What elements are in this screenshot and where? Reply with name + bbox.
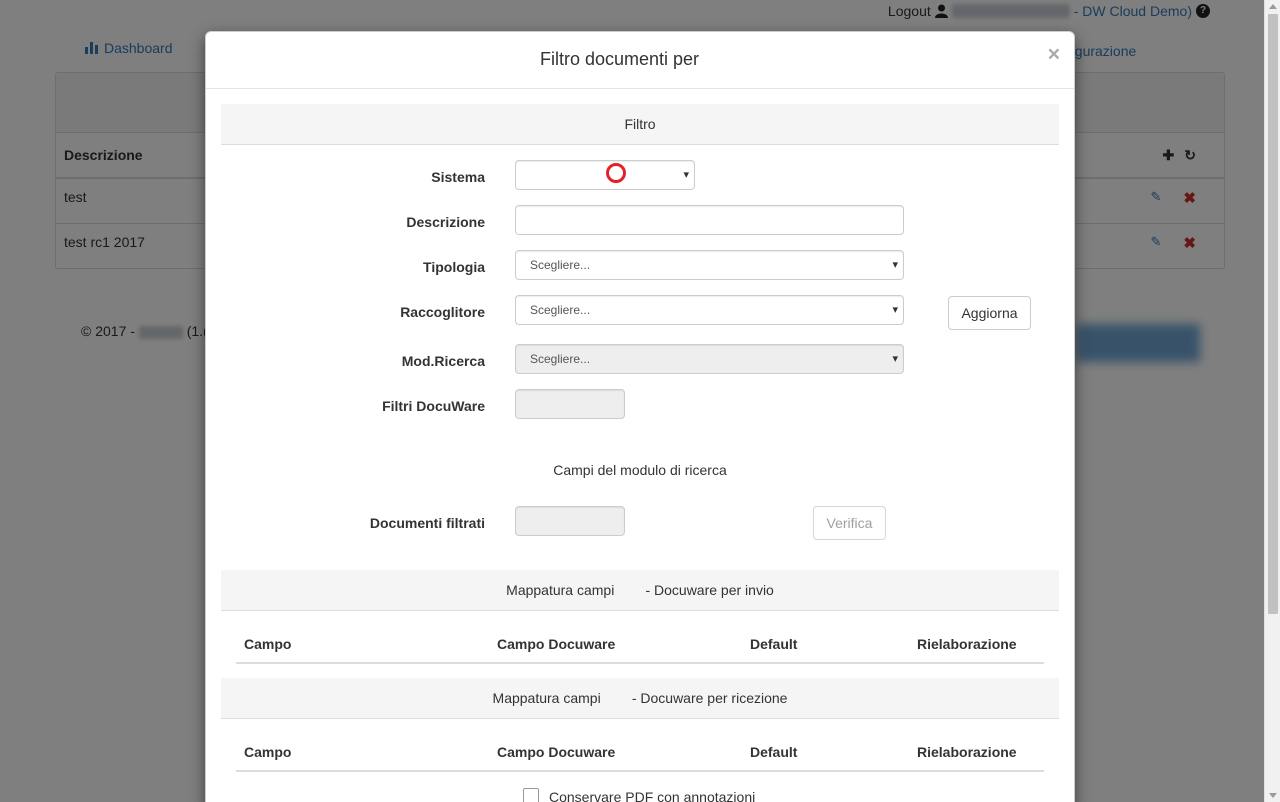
filtri-docuware-label: Filtri DocuWare [382, 398, 485, 414]
col-default: Default [750, 744, 798, 760]
mapping-ricezione-suffix: - Docuware per ricezione [631, 690, 788, 706]
title-redacted [704, 51, 741, 70]
campi-modulo-label: Campi del modulo di ricerca [553, 462, 727, 478]
tipologia-select[interactable]: Scegliere... [515, 250, 904, 280]
mapping-ricezione-header: Mappatura campi - Docuware per ricezione [221, 678, 1059, 719]
documenti-filtrati-input[interactable] [515, 506, 625, 536]
col-rielaborazione: Rielaborazione [917, 636, 1017, 652]
col-campo-docuware: Campo Docuware [497, 744, 616, 760]
filter-modal: Filtro documenti per × Filtro Sistema De… [205, 31, 1075, 802]
table-divider [236, 662, 1044, 664]
col-campo: Campo [244, 744, 292, 760]
modal-title-text: Filtro documenti per [539, 49, 700, 69]
scroll-down-arrow-icon[interactable] [1269, 793, 1277, 798]
table-divider [236, 770, 1044, 772]
descrizione-input[interactable] [515, 205, 904, 235]
scroll-up-arrow-icon[interactable] [1269, 4, 1277, 9]
col-campo-docuware: Campo Docuware [497, 636, 616, 652]
conservare-pdf-label: Conservare PDF con annotazioni [549, 789, 756, 802]
filter-section-header: Filtro [221, 104, 1059, 145]
col-rielaborazione: Rielaborazione [917, 744, 1017, 760]
col-default: Default [750, 636, 798, 652]
conservare-pdf-checkbox[interactable] [523, 788, 539, 802]
sistema-redacted [528, 169, 555, 181]
verifica-button[interactable]: Verifica [813, 506, 886, 540]
raccoglitore-select[interactable]: Scegliere... [515, 295, 904, 325]
raccoglitore-label: Raccoglitore [400, 304, 485, 320]
loading-cursor-icon [606, 163, 626, 183]
filtri-docuware-input[interactable] [515, 389, 625, 419]
sistema-label: Sistema [431, 169, 485, 185]
modricerca-label: Mod.Ricerca [401, 353, 485, 369]
col-campo: Campo [244, 636, 292, 652]
scroll-thumb[interactable] [1268, 14, 1278, 614]
descrizione-label: Descrizione [406, 214, 485, 230]
modal-header: Filtro documenti per × [206, 32, 1074, 89]
mapping-invio-prefix: Mappatura campi [506, 582, 615, 598]
tipologia-label: Tipologia [423, 259, 485, 275]
mapping-invio-suffix: - Docuware per invio [645, 582, 774, 598]
modricerca-select[interactable]: Scegliere... [515, 344, 904, 374]
aggiorna-button[interactable]: Aggiorna [948, 296, 1031, 330]
mapping-ricezione-prefix: Mappatura campi [492, 690, 601, 706]
sistema-select[interactable] [515, 160, 695, 190]
page-scrollbar[interactable] [1264, 0, 1280, 802]
documenti-filtrati-label: Documenti filtrati [369, 515, 485, 531]
modal-title: Filtro documenti per [206, 49, 1074, 70]
mapping-invio-header: Mappatura campi - Docuware per invio [221, 570, 1059, 611]
close-icon[interactable]: × [1048, 43, 1060, 67]
